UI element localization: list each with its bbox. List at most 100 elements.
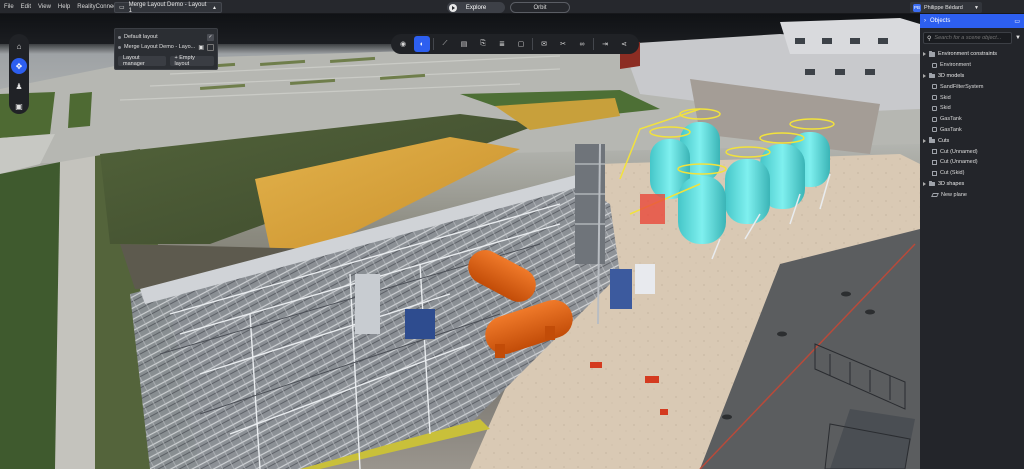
check-icon[interactable]: ✓ (207, 33, 214, 41)
user-name: Philippe Bédard (924, 4, 963, 11)
layout-item-label: Default layout (124, 34, 158, 40)
caret-icon[interactable] (923, 181, 926, 186)
3d-viewport[interactable]: ⌂ ✥ ♟ ▣ ◉ ◐ ⟋ ▤ ⎘ ≣ ▢ ✉ ✂ ∞ ⇥ ⋖ Default … (0, 14, 920, 469)
tree-item[interactable]: Cut (Skid) (923, 168, 1021, 179)
avatar: PB (913, 3, 921, 12)
center-toolbar: ◉ ◐ ⟋ ▤ ⎘ ≣ ▢ ✉ ✂ ∞ ⇥ ⋖ (391, 34, 639, 54)
layout-selector[interactable]: ▭ Merge Layout Demo - Layout 1 ▲ (114, 1, 222, 14)
tree-label: Cut (Unnamed) (940, 159, 978, 166)
tree-label: 3D models (938, 72, 965, 79)
cut-icon[interactable]: ✂ (555, 36, 571, 52)
search-icon: ⚲ (927, 35, 932, 42)
cut-icon (932, 170, 937, 176)
link-icon[interactable]: ∞ (574, 36, 590, 52)
tree-label: Skid (940, 94, 951, 101)
bullet-icon (118, 35, 121, 39)
menu-edit[interactable]: Edit (21, 4, 31, 10)
tree-label: Cut (Skid) (940, 170, 965, 177)
top-bar: File Edit View Help RealityConnect ▭ Mer… (0, 0, 1024, 14)
explore-mode-button[interactable]: Explore (447, 2, 505, 13)
cube-icon (932, 62, 937, 68)
layers-icon[interactable]: ≣ (494, 36, 510, 52)
menu-file[interactable]: File (4, 4, 14, 10)
explore-label: Explore (465, 4, 487, 11)
cube-icon (932, 95, 937, 101)
menu-bar: File Edit View Help RealityConnect (0, 0, 118, 14)
tree-label: SandFilterSystem (940, 83, 984, 90)
annotation-icon[interactable]: ▤ (456, 36, 472, 52)
caret-icon[interactable] (923, 52, 926, 57)
cube-icon (932, 127, 937, 133)
walk-icon[interactable]: ♟ (11, 78, 27, 94)
chevron-right-icon[interactable]: › (924, 18, 926, 24)
import-icon[interactable]: ⇥ (597, 36, 613, 52)
caret-icon[interactable] (923, 138, 926, 143)
layout-manager-button[interactable]: Layout manager (118, 55, 166, 67)
tree-group-3d-shapes[interactable]: 3D shapes (923, 179, 1021, 190)
navigate-icon[interactable]: ✥ (11, 58, 27, 74)
filter-icon[interactable]: ▼ (1015, 35, 1021, 41)
tree-label: Environment (940, 62, 971, 69)
clipboard-icon[interactable]: ⎘ (475, 36, 491, 52)
layout-actions: Layout manager + Empty layout (118, 55, 214, 67)
menu-view[interactable]: View (38, 4, 51, 10)
tree-label: Cut (Unnamed) (940, 148, 978, 155)
tree-item[interactable]: Skid (923, 103, 1021, 114)
plane-icon (931, 192, 939, 197)
empty-layout-button[interactable]: + Empty layout (169, 55, 214, 67)
folder-icon (929, 137, 935, 144)
home-icon[interactable]: ⌂ (11, 38, 27, 54)
folder-icon (929, 72, 935, 79)
tree-label: Environment constraints (938, 51, 997, 58)
menu-realityconnect[interactable]: RealityConnect (77, 4, 118, 10)
checkbox[interactable] (207, 43, 214, 51)
layout-item-merge-demo[interactable]: Merge Layout Demo - Layo... ▣ (118, 42, 214, 52)
tree-item[interactable]: GasTank (923, 125, 1021, 136)
objects-panel-header: › Objects ▭ (920, 14, 1024, 28)
layout-item-label: Merge Layout Demo - Layo... (124, 44, 196, 50)
search-input[interactable] (934, 35, 1005, 41)
left-toolbar: ⌂ ✥ ♟ ▣ (9, 34, 29, 114)
tree-group-environment-constraints[interactable]: Environment constraints (923, 49, 1021, 60)
mode-switch: Explore Orbit (447, 2, 570, 13)
tree-item[interactable]: New plane (923, 189, 1021, 200)
cube-icon (932, 84, 937, 90)
share-icon[interactable]: ⋖ (616, 36, 632, 52)
cube-icon (932, 105, 937, 111)
tree-label: GasTank (940, 126, 962, 133)
user-menu[interactable]: PB Philippe Bédard ▼ (910, 2, 982, 13)
tree-label: GasTank (940, 116, 962, 123)
layout-item-default[interactable]: Default layout ✓ (118, 32, 214, 42)
cut-icon (932, 159, 937, 165)
frame-icon[interactable]: ▢ (513, 36, 529, 52)
layout-selector-label: Merge Layout Demo - Layout 1 (128, 1, 207, 14)
search-box: ⚲ (923, 32, 1013, 44)
visibility-icon[interactable]: ◉ (395, 36, 411, 52)
tree-label: 3D shapes (938, 180, 965, 187)
tree-item[interactable]: Cut (Unnamed) (923, 146, 1021, 157)
save-icon[interactable]: ▣ (198, 44, 204, 51)
tree-item[interactable]: Environment (923, 60, 1021, 71)
message-icon[interactable]: ✉ (536, 36, 552, 52)
folder-icon (929, 180, 935, 187)
caret-icon[interactable] (923, 73, 926, 78)
tree-item[interactable]: SandFilterSystem (923, 81, 1021, 92)
tree-item[interactable]: Cut (Unnamed) (923, 157, 1021, 168)
tree-label: Skid (940, 105, 951, 112)
measure-icon[interactable]: ⟋ (437, 36, 453, 52)
layout-icon: ▭ (119, 5, 125, 11)
tree-label: Cuts (938, 137, 950, 144)
tree-item[interactable]: Skid (923, 92, 1021, 103)
folder-icon (929, 51, 935, 57)
orbit-mode-button[interactable]: Orbit (510, 2, 570, 13)
tree-group-3d-models[interactable]: 3D models (923, 71, 1021, 82)
vr-headset-icon[interactable]: ▣ (11, 98, 27, 114)
tree-group-cuts[interactable]: Cuts (923, 135, 1021, 146)
folder-add-icon[interactable]: ▭ (1014, 18, 1020, 25)
cube-icon (932, 116, 937, 122)
tree-item[interactable]: GasTank (923, 114, 1021, 125)
tree-label: New plane (941, 191, 967, 198)
menu-help[interactable]: Help (58, 4, 70, 10)
panel-title: Objects (930, 18, 951, 24)
render-mode-icon[interactable]: ◐ (414, 36, 430, 52)
